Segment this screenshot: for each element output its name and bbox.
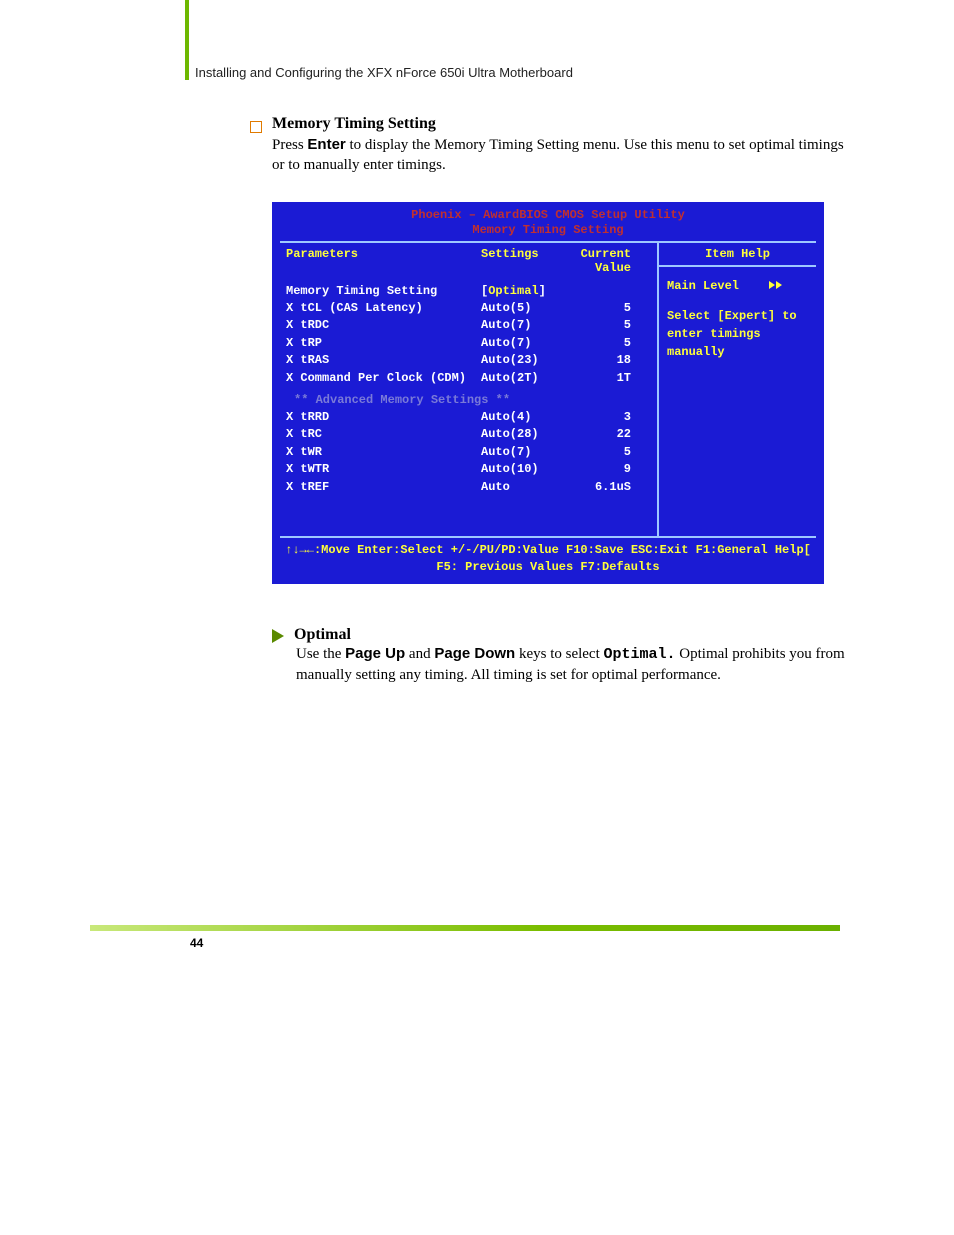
- page-header: Installing and Configuring the XFX nForc…: [195, 65, 573, 80]
- bios-help-text: Select [Expert] to enter timings manuall…: [667, 307, 808, 361]
- subsection-title: Optimal: [294, 626, 351, 644]
- bios-row: X tWTRAuto(10)9: [286, 461, 651, 478]
- bios-main-level: Main Level: [667, 277, 808, 295]
- play-icon: [776, 281, 782, 289]
- accent-vertical-line: [185, 0, 189, 80]
- bios-row: X tCL (CAS Latency)Auto(5)5: [286, 300, 651, 317]
- bios-footer-keys: ↑↓→←:Move Enter:Select +/-/PU/PD:Value F…: [274, 538, 822, 582]
- triangle-bullet-icon: [272, 629, 284, 643]
- bios-title: Phoenix – AwardBIOS CMOS Setup Utility M…: [274, 204, 822, 241]
- bios-advanced-header: ** Advanced Memory Settings **: [286, 387, 651, 409]
- bios-row: X tWRAuto(7)5: [286, 444, 651, 461]
- bios-row: X tRDCAuto(7)5: [286, 317, 651, 334]
- bios-help-panel: Item Help Main Level Select [Expert] to …: [659, 243, 816, 536]
- footer-gradient-bar: [90, 925, 840, 931]
- bios-row: X tRCAuto(28)22: [286, 426, 651, 443]
- bios-column-headers: Parameters Settings Current Value: [286, 245, 651, 283]
- bios-row: X tRASAuto(23)18: [286, 352, 651, 369]
- bios-row: X tRRDAuto(4)3: [286, 409, 651, 426]
- bios-parameters-panel: Parameters Settings Current Value Memory…: [280, 243, 659, 536]
- bios-row: X tRPAuto(7)5: [286, 335, 651, 352]
- bios-row: Memory Timing SettingOptimal: [286, 283, 651, 300]
- page-number: 44: [190, 936, 203, 950]
- section-title: Memory Timing Setting: [272, 115, 436, 133]
- section-description: Press Enter to display the Memory Timing…: [272, 135, 850, 176]
- subsection-body: Use the Page Up and Page Down keys to se…: [296, 644, 850, 686]
- bios-row: X tREFAuto6.1uS: [286, 479, 651, 496]
- bios-help-title: Item Help: [659, 243, 816, 267]
- play-icon: [769, 281, 775, 289]
- bios-row: X Command Per Clock (CDM)Auto(2T)1T: [286, 370, 651, 387]
- bios-screenshot: Phoenix – AwardBIOS CMOS Setup Utility M…: [272, 202, 824, 584]
- square-bullet-icon: [250, 121, 262, 133]
